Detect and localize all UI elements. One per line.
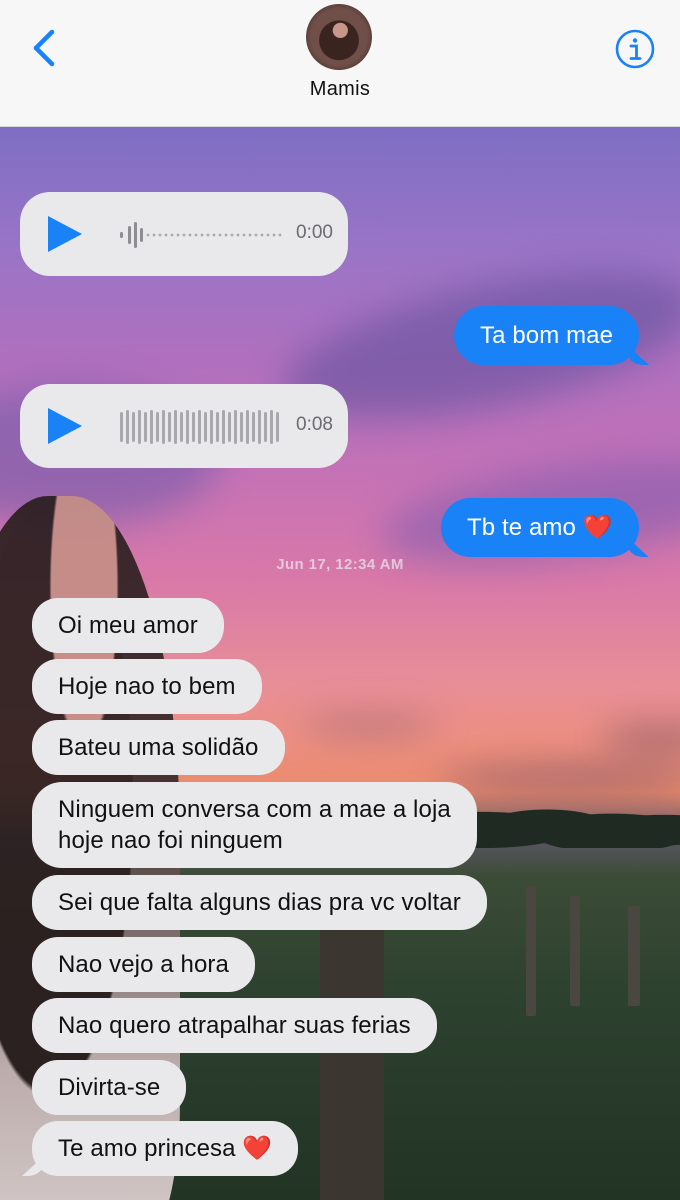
contact-avatar[interactable] xyxy=(306,4,372,70)
fence-post xyxy=(570,896,580,1006)
fence-post xyxy=(628,906,640,1006)
message-text: Oi meu amor xyxy=(58,612,198,639)
play-icon[interactable] xyxy=(44,406,84,446)
voice-duration: 0:08 xyxy=(296,414,333,435)
incoming-message[interactable]: Divirta-se xyxy=(32,1060,187,1115)
chevron-left-icon xyxy=(33,29,55,67)
message-text: Nao quero atrapalhar suas ferias xyxy=(58,1012,411,1039)
back-button[interactable] xyxy=(26,26,66,70)
heart-emoji: ❤️ xyxy=(242,1135,273,1162)
incoming-message[interactable]: Ninguem conversa com a mae a loja hoje n… xyxy=(32,782,477,868)
waveform-unplayed[interactable] xyxy=(118,214,286,256)
message-text: Te amo princesa xyxy=(58,1135,236,1162)
info-button[interactable] xyxy=(614,28,656,70)
cloud xyxy=(600,726,680,752)
message-text: Sei que falta alguns dias pra vc voltar xyxy=(58,889,461,916)
voice-message[interactable]: 0:08 xyxy=(20,384,348,468)
info-icon xyxy=(615,29,655,69)
message-timestamp: Jun 17, 12:34 AM xyxy=(276,556,404,573)
fence-post xyxy=(320,906,384,1200)
incoming-message[interactable]: Bateu uma solidão xyxy=(32,720,285,775)
message-text: Ta bom mae xyxy=(480,322,614,349)
play-icon[interactable] xyxy=(44,214,84,254)
waveform[interactable] xyxy=(118,406,286,448)
fence-post xyxy=(526,886,536,1016)
outgoing-message[interactable]: Tb te amo ❤️ xyxy=(441,498,639,557)
message-text-line: hoje nao foi ninguem xyxy=(58,827,283,854)
message-text: Nao vejo a hora xyxy=(58,951,229,978)
message-text: Hoje nao to bem xyxy=(58,673,236,700)
incoming-message[interactable]: Sei que falta alguns dias pra vc voltar xyxy=(32,875,487,930)
message-text: Bateu uma solidão xyxy=(58,734,259,761)
incoming-message[interactable]: Te amo princesa ❤️ xyxy=(32,1121,299,1176)
heart-emoji: ❤️ xyxy=(582,514,613,541)
incoming-message[interactable]: Oi meu amor xyxy=(32,598,224,653)
cloud xyxy=(300,716,440,736)
incoming-message[interactable]: Hoje nao to bem xyxy=(32,659,262,714)
incoming-message[interactable]: Nao quero atrapalhar suas ferias xyxy=(32,998,437,1053)
message-text: Divirta-se xyxy=(58,1074,161,1101)
voice-message[interactable]: 0:00 xyxy=(20,192,348,276)
incoming-message[interactable]: Nao vejo a hora xyxy=(32,937,255,992)
outgoing-message[interactable]: Ta bom mae xyxy=(454,306,640,365)
contact-name[interactable]: Mamis xyxy=(0,78,680,101)
voice-duration: 0:00 xyxy=(296,222,333,243)
conversation-header: Mamis xyxy=(0,0,680,127)
message-text-line: Ninguem conversa com a mae a loja xyxy=(58,796,451,823)
message-text: Tb te amo xyxy=(467,514,576,541)
